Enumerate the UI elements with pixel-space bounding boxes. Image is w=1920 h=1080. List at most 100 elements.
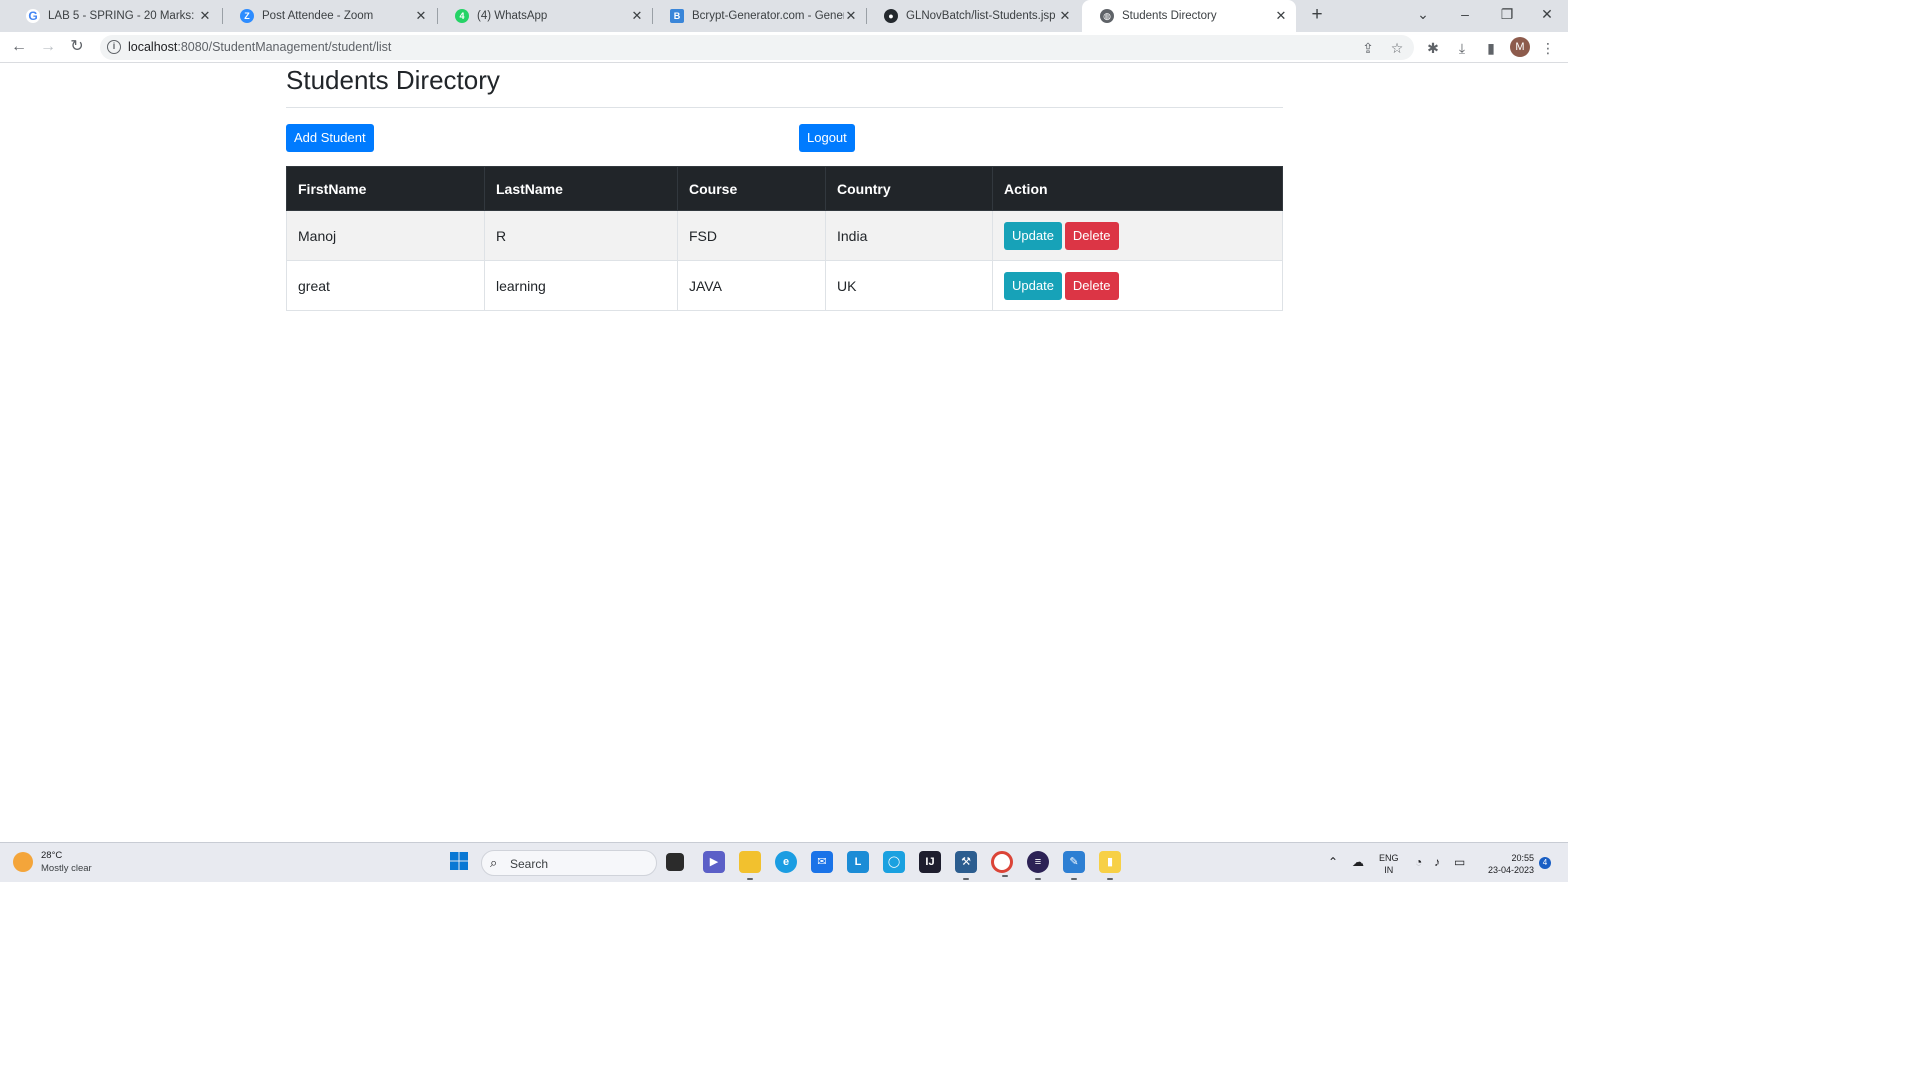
profile-avatar[interactable]: M: [1510, 37, 1530, 57]
bookmark-star-icon[interactable]: ☆: [1388, 39, 1406, 57]
edge-browser-icon[interactable]: e: [775, 851, 797, 873]
delete-button[interactable]: Delete: [1064, 271, 1119, 300]
cell-action: Update Delete: [992, 210, 1283, 261]
teams-chat-icon[interactable]: ▶: [703, 851, 725, 873]
cell-course: FSD: [677, 210, 826, 261]
mail-icon[interactable]: ✉: [811, 851, 833, 873]
column-header-lastname: LastName: [484, 166, 678, 211]
tab-close-icon[interactable]: ✕: [844, 8, 858, 24]
table-row: great learning JAVA UK Update Delete: [286, 260, 1283, 311]
tab-close-icon[interactable]: ✕: [1274, 8, 1288, 24]
cell-country: India: [825, 210, 993, 261]
weather-moon-icon[interactable]: [13, 852, 33, 872]
weather-description[interactable]: Mostly clear: [41, 863, 92, 874]
tab-title: Students Directory: [1122, 10, 1217, 22]
browser-tab-github[interactable]: ● GLNovBatch/list-Students.jsp at ✕: [866, 0, 1080, 32]
taskbar-search[interactable]: ⌕ Search: [481, 850, 657, 876]
restore-icon[interactable]: ❐: [1486, 0, 1528, 30]
table-header: FirstName LastName Course Country Action: [286, 166, 1283, 211]
volume-icon[interactable]: ♪: [1434, 855, 1440, 869]
windows-taskbar: 28°C Mostly clear ⌕ Search ▶ e ✉ L ◯ IJ …: [0, 842, 1568, 882]
share-icon[interactable]: ⇪: [1359, 39, 1377, 57]
language-indicator[interactable]: ENG IN: [1379, 852, 1399, 876]
minimize-icon[interactable]: –: [1444, 0, 1486, 30]
address-bar[interactable]: i localhost:8080/StudentManagement/stude…: [100, 35, 1414, 60]
address-url[interactable]: localhost:8080/StudentManagement/student…: [128, 40, 391, 54]
tab-close-icon[interactable]: ✕: [630, 8, 644, 24]
onedrive-cloud-icon[interactable]: ☁: [1352, 855, 1364, 869]
column-header-course: Course: [677, 166, 826, 211]
power-bi-icon[interactable]: ▮: [1099, 851, 1121, 880]
url-host: localhost: [128, 40, 178, 54]
tab-title: GLNovBatch/list-Students.jsp at: [906, 10, 1058, 22]
language-top: ENG: [1379, 853, 1399, 863]
bcrypt-icon: B: [670, 9, 684, 23]
cell-lastname: R: [484, 210, 678, 261]
app-blue-circle-icon[interactable]: ◯: [883, 851, 905, 873]
show-hidden-icons-chevron-icon[interactable]: ⌃: [1328, 855, 1338, 869]
tab-title: Post Attendee - Zoom: [262, 10, 374, 22]
cell-country: UK: [825, 260, 993, 311]
column-header-country: Country: [825, 166, 993, 211]
update-button[interactable]: Update: [1004, 221, 1062, 250]
browser-tab-zoom[interactable]: Z Post Attendee - Zoom ✕: [222, 0, 436, 32]
browser-tab-whatsapp[interactable]: 4 (4) WhatsApp ✕: [437, 0, 652, 32]
cell-lastname: learning: [484, 260, 678, 311]
file-explorer-icon[interactable]: [739, 851, 761, 880]
tab-search-chevron-icon[interactable]: ⌄: [1402, 0, 1444, 30]
add-student-button[interactable]: Add Student: [286, 124, 374, 152]
chrome-icon[interactable]: [991, 851, 1013, 877]
cell-firstname: Manoj: [286, 210, 485, 261]
tab-title: LAB 5 - SPRING - 20 Marks: Back: [48, 10, 198, 22]
notification-badge[interactable]: 4: [1539, 857, 1551, 869]
windows-start-icon[interactable]: [448, 851, 470, 873]
weather-temperature[interactable]: 28°C: [41, 850, 62, 861]
back-arrow-icon[interactable]: ←: [8, 36, 30, 58]
site-info-icon[interactable]: i: [107, 40, 121, 54]
zoom-icon: Z: [240, 9, 254, 23]
menu-kebab-icon[interactable]: ⋮: [1538, 38, 1558, 58]
browser-tab-lab5[interactable]: G LAB 5 - SPRING - 20 Marks: Back ✕: [8, 0, 220, 32]
whatsapp-icon: 4: [455, 9, 469, 23]
browser-tab-bcrypt[interactable]: B Bcrypt-Generator.com - Generat ✕: [652, 0, 866, 32]
tab-close-icon[interactable]: ✕: [414, 8, 428, 24]
browser-tab-strip: G LAB 5 - SPRING - 20 Marks: Back ✕ Z Po…: [0, 0, 1568, 32]
battery-icon[interactable]: ▭: [1454, 855, 1465, 869]
eclipse-icon[interactable]: ≡: [1027, 851, 1049, 880]
cell-course: JAVA: [677, 260, 826, 311]
column-header-action: Action: [992, 166, 1283, 211]
tab-title: (4) WhatsApp: [477, 10, 548, 22]
globe-icon: ◍: [1100, 9, 1114, 23]
table-row: Manoj R FSD India Update Delete: [286, 210, 1283, 261]
forward-arrow-icon[interactable]: →: [37, 36, 59, 58]
browser-tab-students-directory[interactable]: ◍ Students Directory ✕: [1082, 0, 1296, 32]
delete-button[interactable]: Delete: [1064, 221, 1119, 250]
paint-app-icon[interactable]: ✎: [1063, 851, 1085, 880]
column-header-firstname: FirstName: [286, 166, 485, 211]
logout-button[interactable]: Logout: [799, 124, 855, 152]
extensions-puzzle-icon[interactable]: ✱: [1423, 38, 1443, 58]
task-view-icon[interactable]: [666, 853, 684, 871]
download-icon[interactable]: ⤓: [1452, 38, 1472, 58]
new-tab-plus-icon[interactable]: +: [1306, 3, 1328, 27]
search-icon: ⌕: [490, 855, 498, 870]
app-l-icon[interactable]: L: [847, 851, 869, 873]
cell-action: Update Delete: [992, 260, 1283, 311]
table-body: Manoj R FSD India Update Delete great lea…: [286, 210, 1283, 311]
tab-close-icon[interactable]: ✕: [1058, 8, 1072, 24]
tab-close-icon[interactable]: ✕: [198, 8, 212, 24]
update-button[interactable]: Update: [1004, 271, 1062, 300]
clock-date: 23-04-2023: [1487, 865, 1534, 875]
url-path: :8080/StudentManagement/student/list: [177, 40, 392, 54]
students-table: FirstName LastName Course Country Action…: [286, 166, 1283, 311]
system-clock[interactable]: 20:55 23-04-2023: [1478, 852, 1534, 876]
page-title: Students Directory: [286, 65, 500, 95]
clock-time: 20:55: [1511, 853, 1534, 863]
side-panel-icon[interactable]: ▮: [1481, 38, 1501, 58]
mysql-workbench-icon[interactable]: ⚒: [955, 851, 977, 880]
github-icon: ●: [884, 9, 898, 23]
reload-icon[interactable]: ↻: [66, 36, 88, 58]
close-window-icon[interactable]: ✕: [1526, 0, 1568, 30]
wifi-icon[interactable]: ◔: [1415, 855, 1422, 869]
intellij-icon[interactable]: IJ: [919, 851, 941, 873]
